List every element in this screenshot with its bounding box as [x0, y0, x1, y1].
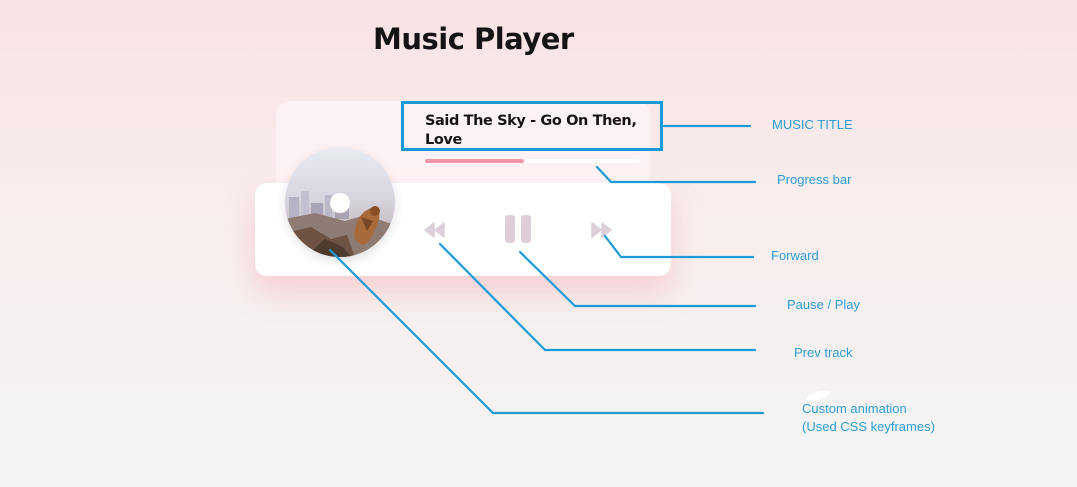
- custom-animation-leader: [328, 248, 765, 415]
- label-pause-play: Pause / Play: [787, 297, 860, 312]
- label-custom-animation-note: (Used CSS keyframes): [802, 419, 935, 434]
- progress-bar-leader: [595, 165, 757, 184]
- pause-play-leader: [518, 250, 757, 308]
- forward-leader: [603, 234, 755, 259]
- label-custom-animation: Custom animation: [802, 401, 907, 416]
- label-progress-bar: Progress bar: [777, 172, 852, 187]
- label-forward: Forward: [771, 248, 819, 263]
- label-music-title: MUSIC TITLE: [772, 117, 853, 132]
- annotation-lines: [328, 124, 830, 415]
- prev-track-leader: [438, 242, 757, 352]
- label-prev-track: Prev track: [794, 345, 853, 360]
